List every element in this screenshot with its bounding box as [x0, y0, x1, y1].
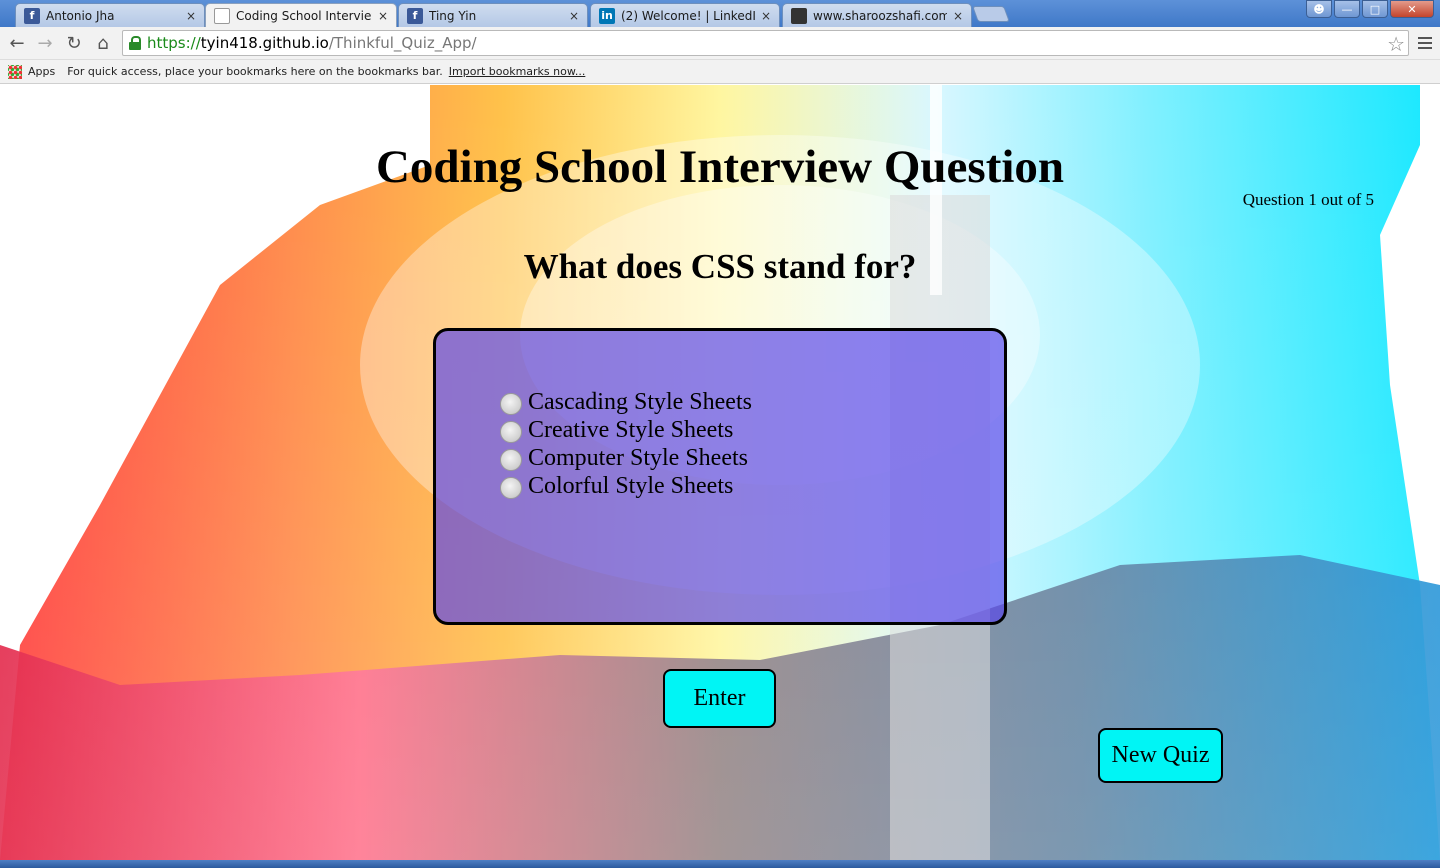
minimize-icon[interactable]: —	[1334, 0, 1360, 18]
answer-label: Computer Style Sheets	[528, 444, 748, 471]
back-icon[interactable]: ←	[6, 32, 28, 54]
answer-list: Cascading Style Sheets Creative Style Sh…	[500, 388, 752, 500]
box-icon	[791, 7, 807, 24]
answer-box: Cascading Style Sheets Creative Style Sh…	[433, 328, 1007, 625]
answer-label: Creative Style Sheets	[528, 416, 734, 443]
menu-icon[interactable]	[1418, 37, 1432, 49]
question-progress: Question 1 out of 5	[1242, 190, 1374, 209]
radio-button[interactable]	[500, 477, 522, 499]
close-icon[interactable]: ×	[378, 9, 388, 23]
window-controls: ☻ — □ ✕	[1306, 0, 1434, 18]
url-host: tyin418.github.io	[200, 34, 329, 52]
import-bookmarks-link[interactable]: Import bookmarks now...	[449, 65, 586, 78]
tab-title: Coding School Interview C	[236, 9, 372, 23]
url-path: /Thinkful_Quiz_App/	[328, 34, 477, 52]
answer-option[interactable]: Cascading Style Sheets	[500, 388, 752, 416]
tab-coding-school[interactable]: Coding School Interview C ×	[205, 3, 397, 28]
answer-option[interactable]: Creative Style Sheets	[500, 416, 752, 444]
radio-button[interactable]	[500, 421, 522, 443]
close-icon[interactable]: ×	[953, 9, 963, 23]
radio-button[interactable]	[500, 393, 522, 415]
tab-title: www.sharoozshafi.com/wp	[813, 8, 947, 23]
url-scheme: https://	[147, 34, 201, 52]
facebook-icon: f	[407, 7, 423, 24]
browser-tab-strip: f Antonio Jha × Coding School Interview …	[0, 0, 1440, 28]
bookmarks-bar: Apps For quick access, place your bookma…	[0, 60, 1440, 84]
page-title: Coding School Interview Question	[375, 141, 1065, 193]
answer-option[interactable]: Colorful Style Sheets	[500, 472, 752, 500]
home-icon[interactable]: ⌂	[92, 32, 114, 54]
enter-button[interactable]: Enter	[663, 669, 776, 728]
browser-toolbar: ← → ↻ ⌂ https:// tyin418.github.io /Thin…	[0, 27, 1440, 60]
tab-title: Antonio Jha	[46, 8, 115, 23]
new-tab-button[interactable]	[972, 6, 1010, 22]
page-viewport: Coding School Interview Question Questio…	[0, 85, 1440, 860]
address-bar[interactable]: https:// tyin418.github.io /Thinkful_Qui…	[122, 30, 1409, 56]
tab-title: (2) Welcome! | LinkedIn	[621, 8, 755, 23]
answer-label: Cascading Style Sheets	[528, 388, 752, 415]
apps-icon[interactable]	[8, 64, 22, 79]
radio-button[interactable]	[500, 449, 522, 471]
close-window-icon[interactable]: ✕	[1390, 0, 1434, 18]
answer-option[interactable]: Computer Style Sheets	[500, 444, 752, 472]
os-taskbar	[0, 860, 1440, 868]
tab-sharoozshafi[interactable]: www.sharoozshafi.com/wp ×	[782, 3, 972, 27]
new-quiz-button[interactable]: New Quiz	[1098, 728, 1223, 783]
question-text: What does CSS stand for?	[523, 247, 917, 286]
tab-ting-yin[interactable]: f Ting Yin ×	[398, 3, 588, 27]
maximize-icon[interactable]: □	[1362, 0, 1388, 18]
bookmark-star-icon[interactable]: ☆	[1387, 32, 1405, 56]
bookmarks-hint: For quick access, place your bookmarks h…	[67, 65, 443, 78]
forward-icon[interactable]: →	[34, 32, 56, 54]
tab-antonio-jha[interactable]: f Antonio Jha ×	[15, 3, 205, 27]
tab-linkedin[interactable]: in (2) Welcome! | LinkedIn ×	[590, 3, 780, 27]
tab-title: Ting Yin	[429, 8, 477, 23]
close-icon[interactable]: ×	[186, 9, 196, 23]
close-icon[interactable]: ×	[761, 9, 771, 23]
document-icon	[214, 8, 230, 24]
lock-icon	[129, 36, 141, 50]
answer-label: Colorful Style Sheets	[528, 472, 734, 499]
apps-link[interactable]: Apps	[28, 65, 55, 78]
linkedin-icon: in	[599, 7, 615, 24]
user-icon[interactable]: ☻	[1306, 0, 1332, 18]
facebook-icon: f	[24, 7, 40, 24]
reload-icon[interactable]: ↻	[63, 32, 85, 54]
close-icon[interactable]: ×	[569, 9, 579, 23]
